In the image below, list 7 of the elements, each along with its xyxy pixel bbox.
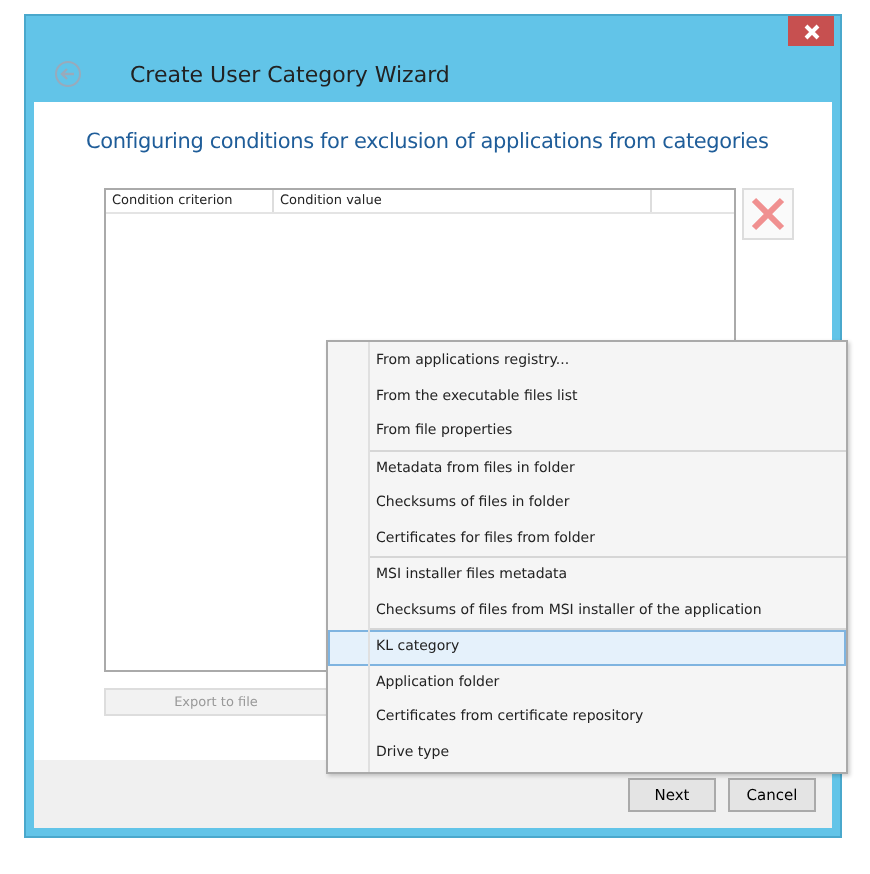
page-heading: Configuring conditions for exclusion of applications from categories <box>86 130 771 154</box>
delete-icon <box>748 194 788 234</box>
window-title: Create User Category Wizard <box>130 61 450 87</box>
close-button[interactable] <box>788 16 834 46</box>
back-icon[interactable] <box>54 60 82 88</box>
close-icon <box>803 23 819 39</box>
delete-button[interactable] <box>742 188 794 240</box>
